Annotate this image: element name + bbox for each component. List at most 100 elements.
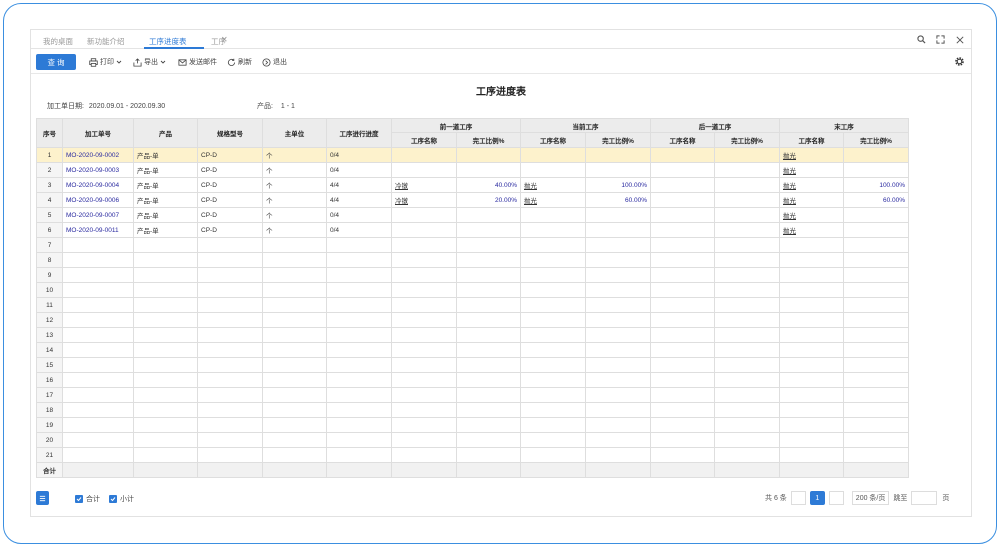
header-next-name[interactable]: 工序名称 bbox=[650, 132, 715, 148]
export-button[interactable]: 导出 bbox=[133, 57, 166, 67]
empty-cell bbox=[650, 312, 715, 328]
current-page-button[interactable]: 1 bbox=[809, 491, 825, 505]
cell-next-ratio bbox=[714, 222, 780, 238]
cell-last-name-text[interactable]: 抛光 bbox=[783, 213, 796, 220]
empty-cell bbox=[456, 237, 521, 253]
gear-icon[interactable] bbox=[954, 56, 965, 69]
table-row[interactable]: 8 bbox=[36, 252, 909, 268]
header-progress[interactable]: 工序进行进度 bbox=[326, 118, 392, 148]
empty-cell bbox=[326, 372, 392, 388]
jump-page-input[interactable] bbox=[911, 491, 938, 505]
table-row[interactable]: 14 bbox=[36, 342, 909, 358]
cell-order-no[interactable]: MO-2020-09-0011 bbox=[62, 222, 134, 238]
exit-label: 退出 bbox=[273, 59, 287, 66]
table-row[interactable]: 10 bbox=[36, 282, 909, 298]
cell-order-no[interactable]: MO-2020-09-0006 bbox=[62, 192, 134, 208]
empty-cell bbox=[62, 342, 134, 358]
empty-cell bbox=[133, 342, 198, 358]
tab-process-progress[interactable]: 工序进度表 bbox=[149, 36, 187, 47]
table-row[interactable]: 21 bbox=[36, 447, 909, 463]
cell-prev-name-text[interactable]: 冷镦 bbox=[395, 183, 408, 190]
empty-cell bbox=[779, 342, 844, 358]
empty-cell bbox=[262, 312, 327, 328]
table-row[interactable]: 13 bbox=[36, 327, 909, 343]
cell-last-name: 抛光 bbox=[779, 207, 844, 223]
cell-last-name-text[interactable]: 抛光 bbox=[783, 198, 796, 205]
table-row[interactable]: 4 MO-2020-09-0006 产品-单 CP-D 个 4/4 冷镦 20.00% 抛光 60… bbox=[36, 192, 909, 208]
table-row[interactable]: 19 bbox=[36, 417, 909, 433]
header-product[interactable]: 产品 bbox=[133, 118, 198, 148]
empty-cell bbox=[391, 432, 457, 448]
header-last-ratio[interactable]: 完工比例% bbox=[843, 132, 909, 148]
cell-last-name-text[interactable]: 抛光 bbox=[783, 183, 796, 190]
close-icon[interactable] bbox=[954, 34, 965, 45]
empty-cell bbox=[62, 372, 134, 388]
cell-next-ratio bbox=[714, 162, 780, 178]
empty-cell bbox=[262, 342, 327, 358]
cell-product: 产品-单 bbox=[133, 192, 198, 208]
cell-last-name-text[interactable]: 抛光 bbox=[783, 168, 796, 175]
cell-prev-name-text[interactable]: 冷镦 bbox=[395, 198, 408, 205]
empty-cell bbox=[62, 417, 134, 433]
header-cur-ratio[interactable]: 完工比例% bbox=[585, 132, 651, 148]
prev-page-button[interactable] bbox=[790, 491, 806, 505]
empty-cell bbox=[326, 297, 392, 313]
refresh-button[interactable]: 刷新 bbox=[227, 57, 252, 67]
table-row[interactable]: 1 MO-2020-09-0002 产品-单 CP-D 个 0/4 抛光 bbox=[36, 147, 909, 163]
empty-cell bbox=[714, 267, 780, 283]
table-row[interactable]: 6 MO-2020-09-0011 产品-单 CP-D 个 0/4 抛光 bbox=[36, 222, 909, 238]
cell-spec: CP-D bbox=[197, 222, 263, 238]
tab-my-desktop[interactable]: 我的桌面 bbox=[43, 36, 73, 47]
send-email-button[interactable]: 发送邮件 bbox=[178, 57, 217, 67]
header-last-name[interactable]: 工序名称 bbox=[779, 132, 844, 148]
exit-button[interactable]: 退出 bbox=[262, 57, 287, 67]
table-row[interactable]: 5 MO-2020-09-0007 产品-单 CP-D 个 0/4 抛光 bbox=[36, 207, 909, 223]
search-icon[interactable] bbox=[916, 34, 927, 45]
cell-cur-name-text[interactable]: 抛光 bbox=[524, 198, 537, 205]
table-row[interactable]: 12 bbox=[36, 312, 909, 328]
empty-cell bbox=[326, 357, 392, 373]
table-row[interactable]: 20 bbox=[36, 432, 909, 448]
tab-new-features[interactable]: 新功能介绍 bbox=[87, 36, 125, 47]
table-row[interactable]: 11 bbox=[36, 297, 909, 313]
header-order-no[interactable]: 加工单号 bbox=[62, 118, 134, 148]
empty-cell bbox=[62, 267, 134, 283]
cell-last-name-text[interactable]: 抛光 bbox=[783, 153, 796, 160]
fullscreen-icon[interactable] bbox=[935, 34, 946, 45]
page-size-select[interactable]: 200 条/页 bbox=[851, 491, 890, 505]
column-menu-button[interactable] bbox=[36, 491, 49, 505]
cell-last-name-text[interactable]: 抛光 bbox=[783, 228, 796, 235]
empty-cell bbox=[262, 357, 327, 373]
empty-cell bbox=[714, 282, 780, 298]
empty-cell bbox=[262, 402, 327, 418]
table-row[interactable]: 16 bbox=[36, 372, 909, 388]
tab-process[interactable]: 工序 bbox=[211, 36, 226, 47]
cell-order-no[interactable]: MO-2020-09-0003 bbox=[62, 162, 134, 178]
total-checkbox[interactable]: 合计 bbox=[75, 494, 100, 504]
query-button[interactable]: 查 询 bbox=[36, 54, 76, 70]
cell-order-no[interactable]: MO-2020-09-0004 bbox=[62, 177, 134, 193]
print-button[interactable]: 打印 bbox=[89, 57, 122, 67]
table-row[interactable]: 2 MO-2020-09-0003 产品-单 CP-D 个 0/4 抛光 bbox=[36, 162, 909, 178]
table-row[interactable]: 9 bbox=[36, 267, 909, 283]
empty-cell bbox=[843, 342, 909, 358]
cell-order-no[interactable]: MO-2020-09-0002 bbox=[62, 147, 134, 163]
table-row[interactable]: 17 bbox=[36, 387, 909, 403]
subtotal-checkbox[interactable]: 小计 bbox=[109, 494, 134, 504]
header-spec[interactable]: 规格型号 bbox=[197, 118, 263, 148]
header-next-ratio[interactable]: 完工比例% bbox=[714, 132, 780, 148]
table-row[interactable]: 3 MO-2020-09-0004 产品-单 CP-D 个 4/4 冷镦 40.00% 抛光 10… bbox=[36, 177, 909, 193]
cell-cur-name-text[interactable]: 抛光 bbox=[524, 183, 537, 190]
header-unit[interactable]: 主单位 bbox=[262, 118, 327, 148]
next-page-button[interactable] bbox=[828, 491, 844, 505]
empty-cell bbox=[650, 282, 715, 298]
empty-cell bbox=[197, 357, 263, 373]
table-row[interactable]: 7 bbox=[36, 237, 909, 253]
header-prev-name[interactable]: 工序名称 bbox=[391, 132, 457, 148]
table-row[interactable]: 18 bbox=[36, 402, 909, 418]
header-prev-ratio[interactable]: 完工比例% bbox=[456, 132, 521, 148]
header-seq[interactable]: 序号 bbox=[36, 118, 63, 148]
header-cur-name[interactable]: 工序名称 bbox=[520, 132, 586, 148]
cell-order-no[interactable]: MO-2020-09-0007 bbox=[62, 207, 134, 223]
table-row[interactable]: 15 bbox=[36, 357, 909, 373]
